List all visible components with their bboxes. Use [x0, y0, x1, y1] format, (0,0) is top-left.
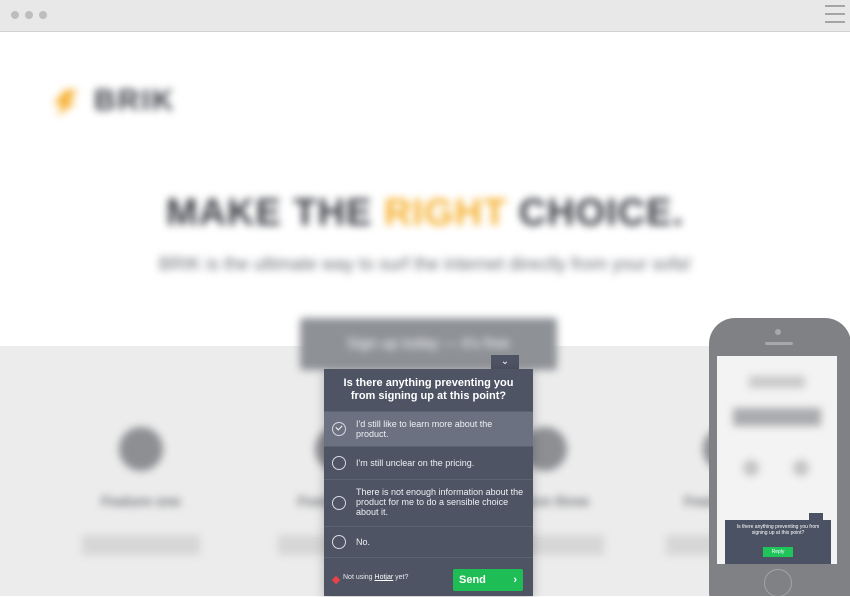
send-button[interactable]: Send ›: [453, 569, 523, 591]
lightning-icon: [53, 90, 78, 116]
heart-icon: [331, 575, 341, 585]
phone-preview: Is there anything preventing you from si…: [709, 318, 850, 596]
phone-reply-button: Reply: [763, 547, 793, 557]
window-dot-close[interactable]: [11, 11, 19, 19]
hamburger-icon[interactable]: [825, 5, 845, 23]
feature-title: Feature one: [101, 493, 181, 509]
chevron-down-icon[interactable]: ⌄: [491, 355, 519, 370]
poll-option[interactable]: I'd still like to learn more about the p…: [324, 411, 533, 446]
phone-logo: [749, 376, 805, 388]
feature-text: [82, 535, 200, 555]
radio-icon[interactable]: [332, 456, 346, 470]
radio-checked-icon[interactable]: [332, 422, 346, 436]
hotjar-link[interactable]: Hotjar: [375, 574, 394, 581]
phone-home-button: [764, 569, 792, 596]
phone-speaker: [765, 342, 793, 345]
headline-pre: MAKE THE: [165, 192, 384, 234]
radio-icon[interactable]: [332, 496, 346, 510]
poll-option-label: There is not enough information about th…: [356, 487, 524, 517]
poll-option[interactable]: I'm still unclear on the pricing.: [324, 446, 533, 479]
hotjar-promo: Not using Hotjar yet?: [343, 574, 408, 581]
poll-option-label: I'm still unclear on the pricing.: [356, 458, 475, 468]
headline-post: CHOICE.: [507, 192, 685, 234]
brand-logo[interactable]: BRIK: [52, 84, 192, 120]
headline-accent: RIGHT: [383, 192, 508, 234]
phone-camera: [775, 329, 781, 335]
phone-poll-question: Is there anything preventing you from si…: [736, 524, 820, 536]
promo-suffix: yet?: [393, 574, 409, 581]
poll-footer: Not using Hotjar yet? Send ›: [324, 557, 533, 597]
window-dot-maximize[interactable]: [39, 11, 47, 19]
send-label: Send: [459, 574, 486, 586]
logo-text: BRIK: [94, 84, 176, 117]
hero-headline: MAKE THE RIGHT CHOICE.: [0, 192, 850, 235]
window-dot-minimize[interactable]: [25, 11, 33, 19]
chevron-right-icon: ›: [513, 574, 517, 586]
poll-option-label: I'd still like to learn more about the p…: [356, 419, 493, 439]
phone-feature-icon: [743, 460, 759, 476]
promo-prefix: Not using: [343, 574, 375, 581]
phone-feature-icon: [793, 460, 809, 476]
feedback-poll: Is there anything preventing you from si…: [324, 369, 533, 596]
poll-question: Is there anything preventing you from si…: [343, 377, 514, 402]
phone-poll: Is there anything preventing you from si…: [725, 520, 831, 564]
radio-icon[interactable]: [332, 535, 346, 549]
phone-screen: Is there anything preventing you from si…: [717, 356, 837, 564]
poll-option-label: No.: [356, 537, 371, 547]
hero-subtitle: BRIK is the ultimate way to surf the int…: [158, 254, 692, 274]
browser-chrome: [0, 0, 850, 32]
poll-option[interactable]: No.: [324, 526, 533, 557]
feature-icon: [119, 427, 163, 471]
phone-headline: [733, 408, 821, 426]
feature-card: Feature one: [66, 427, 216, 555]
poll-option[interactable]: There is not enough information about th…: [324, 479, 533, 526]
